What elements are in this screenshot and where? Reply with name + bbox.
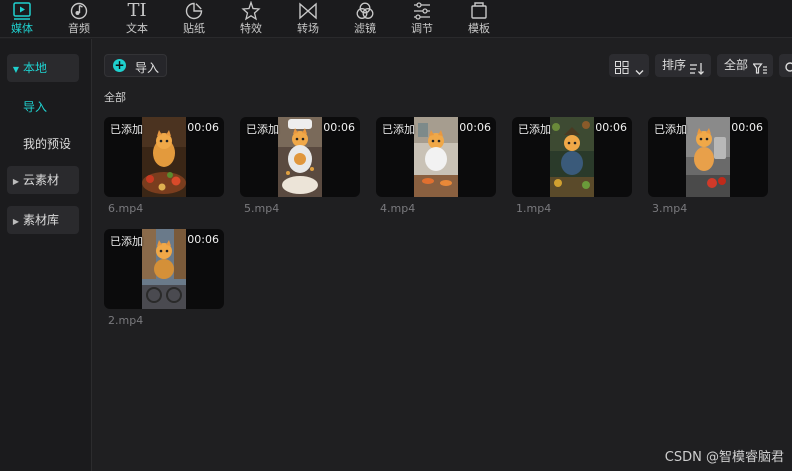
added-label: 已添加 [382,123,415,136]
section-label-all: 全部 [104,91,126,104]
import-button-label: 导入 [135,61,160,75]
toolbar-tab-label: 模板 [468,22,490,35]
toolbar-tab-label: 调节 [411,22,433,35]
toolbar-tab-label: 音频 [68,22,90,35]
funnel-filter-icon [752,60,767,83]
added-label: 已添加 [246,123,279,136]
caret-right-icon: ▶ [12,177,20,186]
import-button[interactable]: + 导入 [104,54,167,77]
media-filename: 6.mp4 [108,202,144,215]
toolbar-tab-label: 滤镜 [354,22,376,35]
toolbar-tab-text[interactable]: TI 文本 [117,0,157,38]
sidebar-section-cloud[interactable]: ▶ 云素材 [7,166,79,194]
media-card-5[interactable]: 已添加 00:06 [240,117,360,197]
view-mode-dropdown[interactable] [609,54,649,77]
added-label: 已添加 [110,123,143,136]
search-button[interactable] [779,54,792,77]
video-thumbnail [142,117,186,197]
text-icon: TI [127,0,147,21]
media-card-6[interactable]: 已添加 00:06 [104,117,224,197]
duration-label: 00:06 [595,121,627,134]
sidebar-section-label: 云素材 [23,173,60,187]
grid-view-icon [615,59,629,82]
media-filename: 5.mp4 [244,202,280,215]
duration-label: 00:06 [323,121,355,134]
video-thumbnail [550,117,594,197]
sidebar: ▼ 本地 导入 我的预设 ▶ 云素材 ▶ 素材库 [0,39,92,471]
caret-right-icon: ▶ [12,217,20,226]
duration-label: 00:06 [187,233,219,246]
transition-icon [288,1,328,21]
video-thumbnail [414,117,458,197]
filter-all-button[interactable]: 全部 [717,54,773,77]
duration-label: 00:06 [731,121,763,134]
caret-down-icon: ▼ [12,65,20,74]
media-card-1[interactable]: 已添加 00:06 [512,117,632,197]
duration-label: 00:06 [459,121,491,134]
plus-icon: + [113,58,126,72]
toolbar-tab-sticker[interactable]: 贴纸 [174,0,214,38]
media-card-3[interactable]: 已添加 00:06 [648,117,768,197]
media-filename: 1.mp4 [516,202,552,215]
duration-label: 00:06 [187,121,219,134]
audio-icon [59,1,99,21]
filter-button-label: 全部 [724,58,749,72]
effects-star-icon [231,1,271,21]
sidebar-section-local[interactable]: ▼ 本地 [7,54,79,82]
media-card-2[interactable]: 已添加 00:06 [104,229,224,309]
toolbar-tab-media[interactable]: 媒体 [2,0,42,38]
media-play-icon [2,1,42,21]
filter-icon [345,1,385,21]
sidebar-section-label: 本地 [23,61,48,75]
toolbar-tab-effects[interactable]: 特效 [231,0,271,38]
chevron-down-icon [635,61,644,84]
toolbar-tab-audio[interactable]: 音频 [59,0,99,38]
video-thumbnail [142,229,186,309]
media-filename: 2.mp4 [108,314,144,327]
toolbar-tab-label: 贴纸 [183,22,205,35]
watermark: CSDN @智模睿脑君 [664,450,784,465]
sidebar-section-library[interactable]: ▶ 素材库 [7,206,79,234]
media-filename: 3.mp4 [652,202,688,215]
toolbar-tab-template[interactable]: 模板 [459,0,499,38]
toolbar-tab-label: 文本 [126,22,148,35]
sidebar-item-my-presets[interactable]: 我的预设 [23,135,71,152]
added-label: 已添加 [518,123,551,136]
search-icon [783,59,792,82]
toolbar-tab-label: 媒体 [11,22,33,35]
adjust-sliders-icon [402,1,442,21]
toolbar-tab-adjust[interactable]: 调节 [402,0,442,38]
video-thumbnail [278,117,322,197]
toolbar-tab-label: 转场 [297,22,319,35]
toolbar-tab-label: 特效 [240,22,262,35]
video-thumbnail [686,117,730,197]
sidebar-section-label: 素材库 [23,213,60,227]
media-card-4[interactable]: 已添加 00:06 [376,117,496,197]
toolbar-tab-transition[interactable]: 转场 [288,0,328,38]
sort-button[interactable]: 排序 [655,54,711,77]
sort-icon [690,60,704,83]
media-filename: 4.mp4 [380,202,416,215]
added-label: 已添加 [654,123,687,136]
sticker-icon [174,1,214,21]
added-label: 已添加 [110,235,143,248]
sort-button-label: 排序 [662,58,687,72]
template-icon [459,1,499,21]
toolbar-tab-filter[interactable]: 滤镜 [345,0,385,38]
top-toolbar: 媒体 音频 TI 文本 贴纸 特效 转场 滤镜 调节 模板 [0,0,792,38]
sidebar-item-import[interactable]: 导入 [23,98,47,115]
